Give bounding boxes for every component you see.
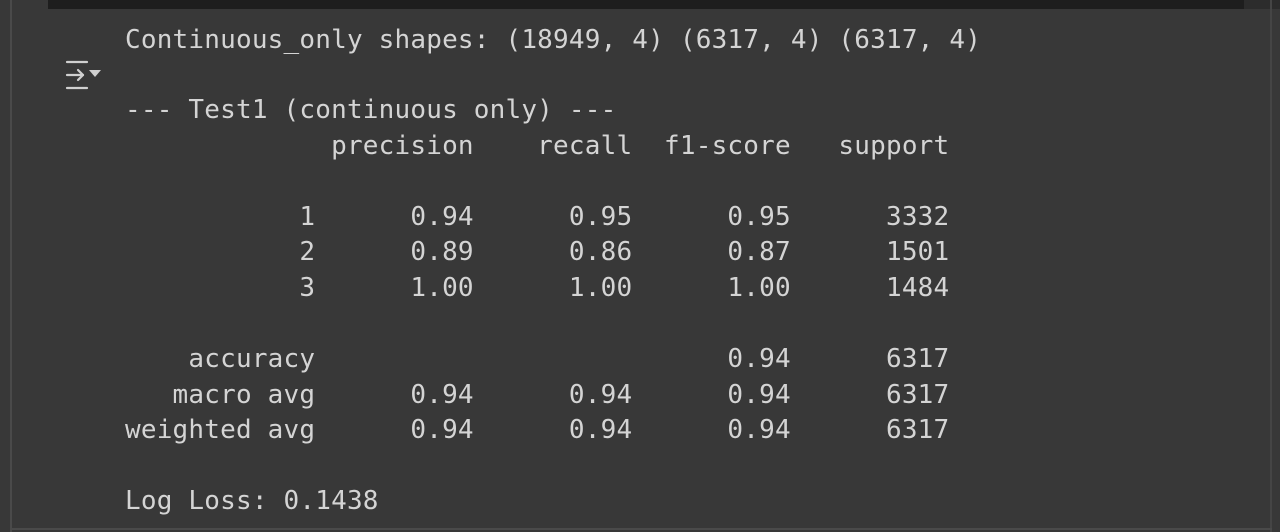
log-loss-line: Log Loss: 0.1438 (125, 486, 379, 516)
report-row-accuracy: accuracy 0.94 6317 (125, 344, 950, 374)
test-header: --- Test1 (continuous only) --- (125, 95, 617, 125)
report-row-macro-avg: macro avg 0.94 0.94 0.94 6317 (125, 380, 950, 410)
report-row-weighted-avg: weighted avg 0.94 0.94 0.94 6317 (125, 415, 950, 445)
cell-left-border (10, 0, 12, 532)
report-row-1: 1 0.94 0.95 0.95 3332 (125, 202, 950, 232)
cell-bottom-border (10, 528, 1272, 530)
report-row-2: 2 0.89 0.86 0.87 1501 (125, 237, 950, 267)
notebook-output-cell: Continuous_only shapes: (18949, 4) (6317… (0, 0, 1280, 532)
cell-right-border (1270, 0, 1272, 532)
report-header-row: precision recall f1-score support (125, 131, 950, 161)
shapes-line: Continuous_only shapes: (18949, 4) (6317… (125, 25, 982, 55)
output-collapse-icon[interactable] (62, 58, 106, 92)
code-cell-bottom-edge (48, 0, 1244, 9)
scrollbar-corner (1244, 0, 1280, 9)
report-row-3: 3 1.00 1.00 1.00 1484 (125, 273, 950, 303)
